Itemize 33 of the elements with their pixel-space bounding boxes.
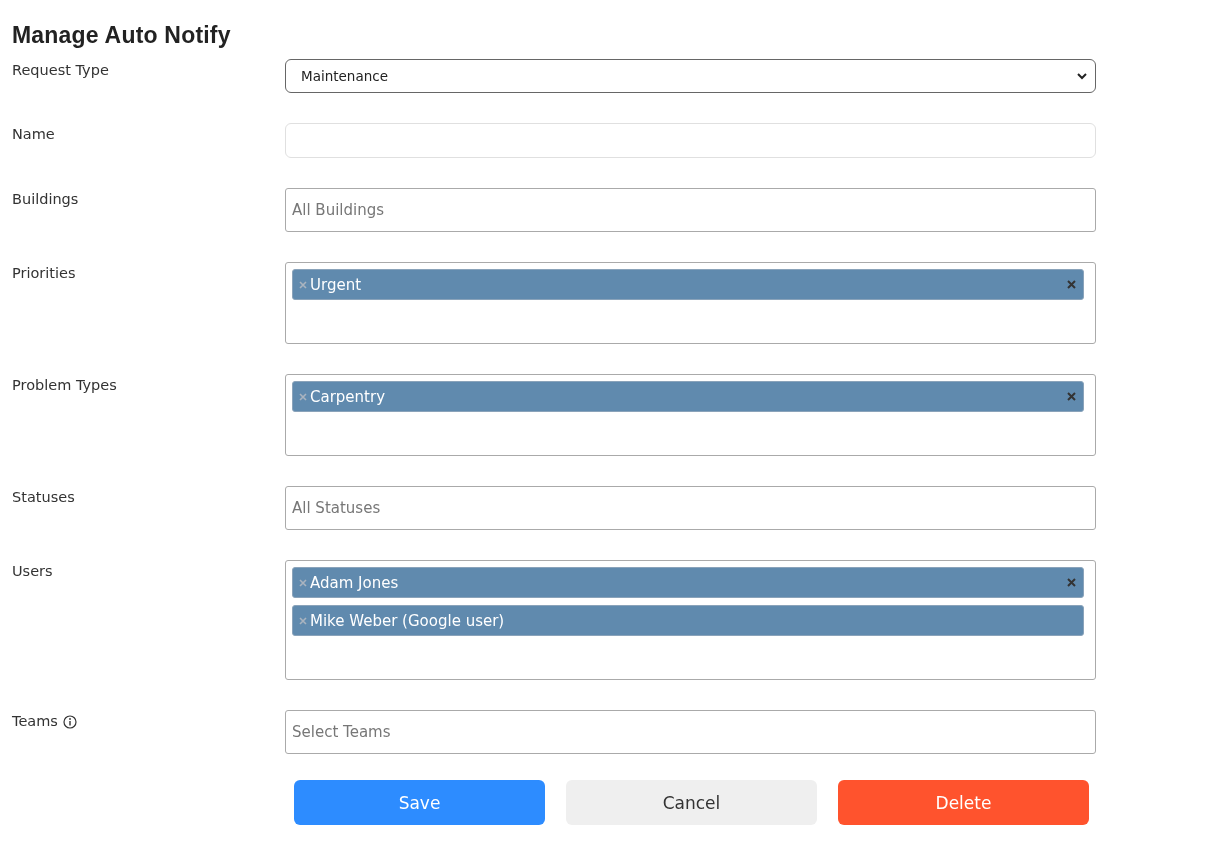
- multi-select-field[interactable]: All Statuses: [285, 486, 1096, 530]
- field-label: Users: [12, 563, 53, 579]
- multi-select-field[interactable]: All Buildings: [285, 188, 1096, 232]
- multi-select-field[interactable]: Adam Jones Mike Weber (Google user): [285, 560, 1096, 680]
- info-icon[interactable]: [62, 715, 77, 729]
- remove-tag-icon[interactable]: [299, 392, 307, 401]
- field-label: Statuses: [12, 489, 75, 505]
- tag-label: Mike Weber (Google user): [310, 611, 506, 630]
- clear-all-icon[interactable]: [1067, 392, 1076, 401]
- clear-all-icon[interactable]: [1067, 578, 1076, 587]
- field-label: Buildings: [12, 191, 79, 207]
- tag-label: Carpentry: [310, 387, 386, 406]
- chevron-down-icon: [1077, 72, 1087, 80]
- multi-select-field[interactable]: Carpentry: [285, 374, 1096, 456]
- multi-select-field[interactable]: Select Teams: [285, 710, 1096, 754]
- field-label: Problem Types: [12, 377, 117, 393]
- page-title: Manage Auto Notify: [12, 22, 232, 49]
- request-type-select[interactable]: Maintenance: [285, 59, 1096, 93]
- action-button[interactable]: Cancel: [566, 780, 817, 825]
- clear-all-icon[interactable]: [1067, 280, 1076, 289]
- name-input[interactable]: [285, 123, 1096, 158]
- field-label: Teams: [12, 713, 58, 729]
- remove-tag-icon[interactable]: [299, 578, 307, 587]
- field-label: Request Type: [12, 62, 109, 78]
- multi-select-field[interactable]: Urgent: [285, 262, 1096, 344]
- remove-tag-icon[interactable]: [299, 616, 307, 625]
- action-button[interactable]: Delete: [838, 780, 1089, 825]
- tag-label: Urgent: [310, 275, 363, 294]
- tag-label: Adam Jones: [310, 573, 400, 592]
- field-label: Name: [12, 126, 55, 142]
- field-label: Priorities: [12, 265, 76, 281]
- action-button[interactable]: Save: [294, 780, 545, 825]
- remove-tag-icon[interactable]: [299, 280, 307, 289]
